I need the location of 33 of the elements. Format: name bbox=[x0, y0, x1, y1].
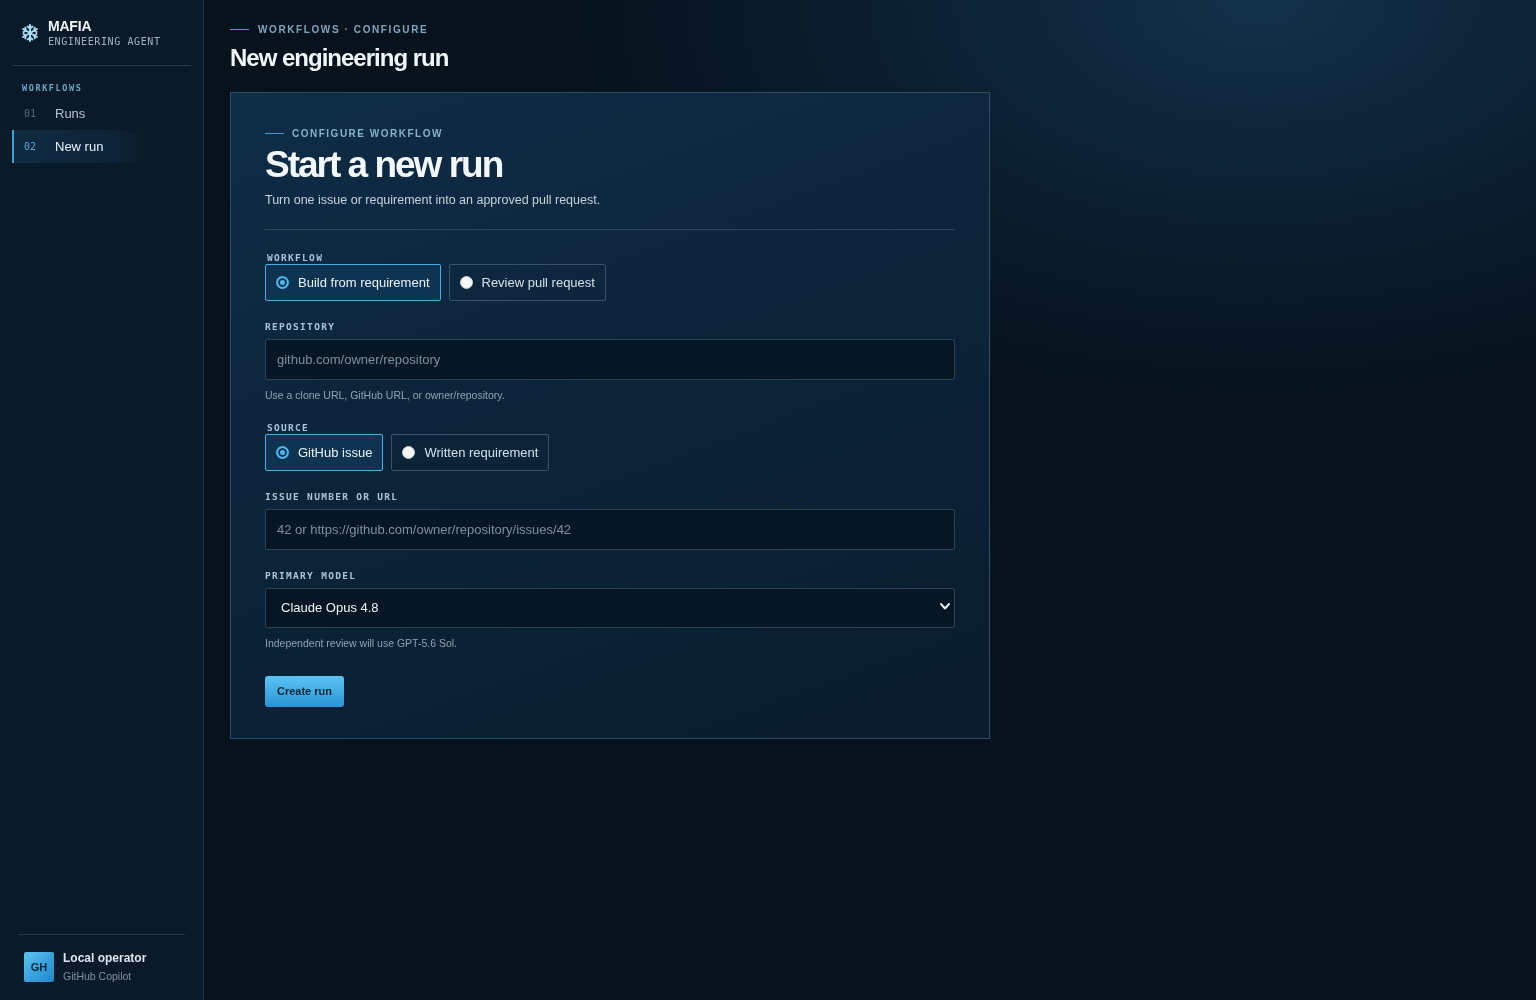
chevron-down-icon bbox=[940, 603, 950, 610]
radio-icon[interactable] bbox=[276, 446, 289, 459]
breadcrumb: WORKFLOWS · CONFIGURE bbox=[258, 22, 429, 37]
radio-option[interactable]: Build from requirement bbox=[265, 264, 441, 301]
help-text: Independent review will use GPT-5.6 Sol. bbox=[265, 636, 459, 650]
form-title: Start a new run bbox=[265, 144, 504, 186]
radio-icon[interactable] bbox=[402, 446, 416, 459]
section-label: WORKFLOWS bbox=[22, 82, 83, 94]
radio-option[interactable]: Review pull request bbox=[448, 264, 606, 301]
page-title: New engineering run bbox=[230, 43, 449, 73]
eyebrow-label: CONFIGURE WORKFLOW bbox=[292, 126, 443, 141]
model-select[interactable]: Claude Opus 4.8 bbox=[265, 588, 955, 628]
brand-tagline: ENGINEERING AGENT bbox=[48, 35, 161, 49]
field-label: ISSUE NUMBER OR URL bbox=[265, 491, 400, 503]
create-run-button[interactable]: Create run bbox=[265, 676, 345, 707]
radio-icon[interactable] bbox=[276, 276, 289, 289]
snowflake-icon bbox=[22, 24, 38, 42]
radio-icon[interactable] bbox=[459, 276, 473, 289]
field-label: REPOSITORY bbox=[265, 321, 337, 333]
field-label: WORKFLOW bbox=[267, 252, 325, 264]
radio-option[interactable]: Written requirement bbox=[391, 434, 550, 471]
user-name: Local operator bbox=[63, 950, 147, 966]
help-text: Use a clone URL, GitHub URL, or owner/repository. bbox=[265, 388, 506, 402]
user-avatar: GH bbox=[24, 952, 54, 982]
field-label: SOURCE bbox=[267, 422, 311, 434]
text-field[interactable]: 42 or https://github.com/owner/repository/issues/42 bbox=[265, 509, 955, 550]
field-label: PRIMARY MODEL bbox=[265, 570, 358, 582]
text-field[interactable]: github.com/owner/repository bbox=[265, 339, 955, 380]
nav-item[interactable]: 01 Runs bbox=[12, 97, 148, 130]
user-subtitle: GitHub Copilot bbox=[63, 969, 133, 984]
radio-option[interactable]: GitHub issue bbox=[265, 434, 384, 471]
form-description: Turn one issue or requirement into an approved pull request. bbox=[265, 192, 602, 209]
brand-name: MAFIA bbox=[48, 17, 93, 35]
